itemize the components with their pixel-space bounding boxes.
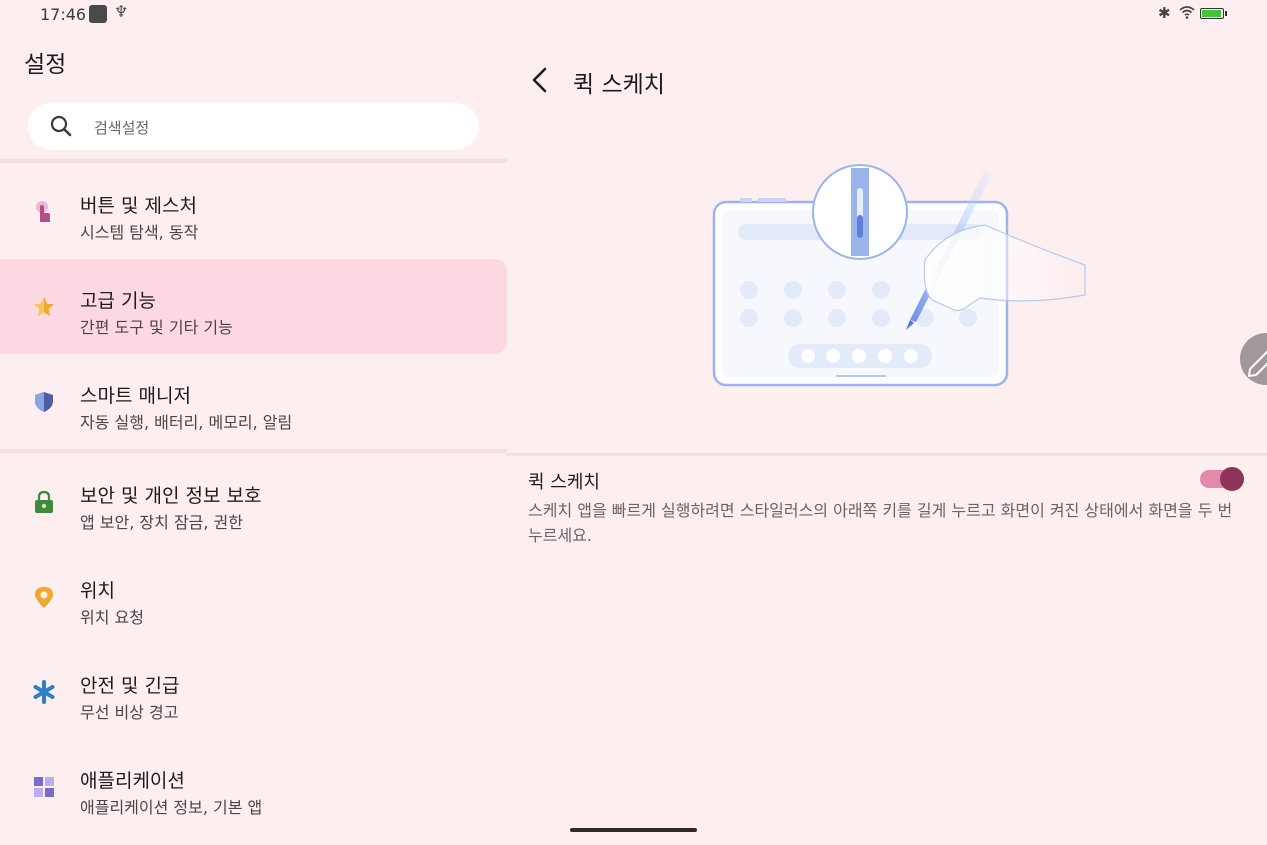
menu-item-buttons-gestures[interactable]: 버튼 및 제스처 시스템 탐색, 동작 bbox=[0, 164, 507, 259]
quick-sketch-toggle[interactable] bbox=[1200, 467, 1244, 491]
asterisk-icon bbox=[33, 680, 55, 704]
menu-item-title: 애플리케이션 bbox=[80, 770, 185, 792]
bluetooth-icon: ✱ bbox=[1158, 4, 1171, 22]
lock-icon bbox=[35, 490, 53, 513]
menu-item-title: 안전 및 긴급 bbox=[80, 675, 180, 697]
notification-icon bbox=[89, 5, 107, 23]
apps-grid-icon bbox=[34, 777, 54, 797]
settings-title: 설정 bbox=[24, 52, 67, 78]
navigation-handle[interactable] bbox=[570, 828, 697, 832]
battery-tip bbox=[1225, 11, 1227, 16]
quick-sketch-setting-description: 스케치 앱을 빠르게 실행하려면 스타일러스의 아래쪽 키를 길게 누르고 화면… bbox=[528, 501, 1233, 545]
battery-icon bbox=[1200, 8, 1224, 19]
toggle-thumb bbox=[1220, 467, 1244, 491]
menu-item-subtitle: 간편 도구 및 기타 기능 bbox=[80, 318, 233, 337]
quick-sketch-illustration bbox=[712, 164, 1086, 387]
status-time: 17:46 bbox=[40, 5, 87, 24]
pencil-icon bbox=[1248, 350, 1267, 377]
star-icon bbox=[34, 297, 54, 316]
menu-item-subtitle: 무선 비상 경고 bbox=[80, 703, 179, 722]
menu-item-location[interactable]: 위치 위치 요청 bbox=[0, 549, 507, 644]
search-placeholder: 검색설정 bbox=[94, 119, 150, 137]
location-pin-icon bbox=[35, 587, 53, 608]
menu-item-title: 버튼 및 제스처 bbox=[80, 195, 197, 217]
menu-item-smart-manager[interactable]: 스마트 매니저 자동 실행, 배터리, 메모리, 알림 bbox=[0, 354, 507, 449]
menu-item-subtitle: 위치 요청 bbox=[80, 608, 144, 627]
search-input[interactable]: 검색설정 bbox=[28, 103, 479, 150]
gesture-touch-icon bbox=[36, 201, 50, 222]
section-divider bbox=[0, 449, 507, 453]
back-arrow-icon[interactable] bbox=[528, 66, 552, 94]
menu-item-applications[interactable]: 애플리케이션 애플리케이션 정보, 기본 앱 bbox=[0, 739, 507, 834]
menu-item-title: 위치 bbox=[80, 580, 115, 602]
menu-item-title: 스마트 매니저 bbox=[80, 385, 191, 407]
shield-icon bbox=[35, 392, 53, 412]
usb-icon: ♆ bbox=[114, 2, 129, 21]
page-title: 퀵 스케치 bbox=[573, 72, 665, 98]
menu-item-subtitle: 자동 실행, 배터리, 메모리, 알림 bbox=[80, 413, 293, 432]
quick-sketch-setting-title: 퀵 스케치 bbox=[528, 472, 600, 493]
menu-item-safety-emergency[interactable]: 안전 및 긴급 무선 비상 경고 bbox=[0, 644, 507, 739]
menu-item-subtitle: 앱 보안, 장치 잠금, 권한 bbox=[80, 513, 243, 532]
menu-item-subtitle: 시스템 탐색, 동작 bbox=[80, 223, 199, 242]
menu-item-advanced-features[interactable]: 고급 기능 간편 도구 및 기타 기능 bbox=[0, 259, 507, 354]
search-icon bbox=[50, 115, 72, 137]
wifi-icon bbox=[1179, 6, 1195, 19]
floating-edit-button[interactable] bbox=[1240, 333, 1267, 385]
menu-item-title: 보안 및 개인 정보 보호 bbox=[80, 485, 262, 507]
menu-item-security-privacy[interactable]: 보안 및 개인 정보 보호 앱 보안, 장치 잠금, 권한 bbox=[0, 454, 507, 549]
menu-item-title: 고급 기능 bbox=[80, 290, 156, 312]
status-bar: 17:46 ♆ ✱ bbox=[0, 0, 1267, 30]
section-divider bbox=[507, 453, 1267, 456]
section-divider bbox=[0, 159, 507, 163]
menu-item-subtitle: 애플리케이션 정보, 기본 앱 bbox=[80, 798, 263, 817]
